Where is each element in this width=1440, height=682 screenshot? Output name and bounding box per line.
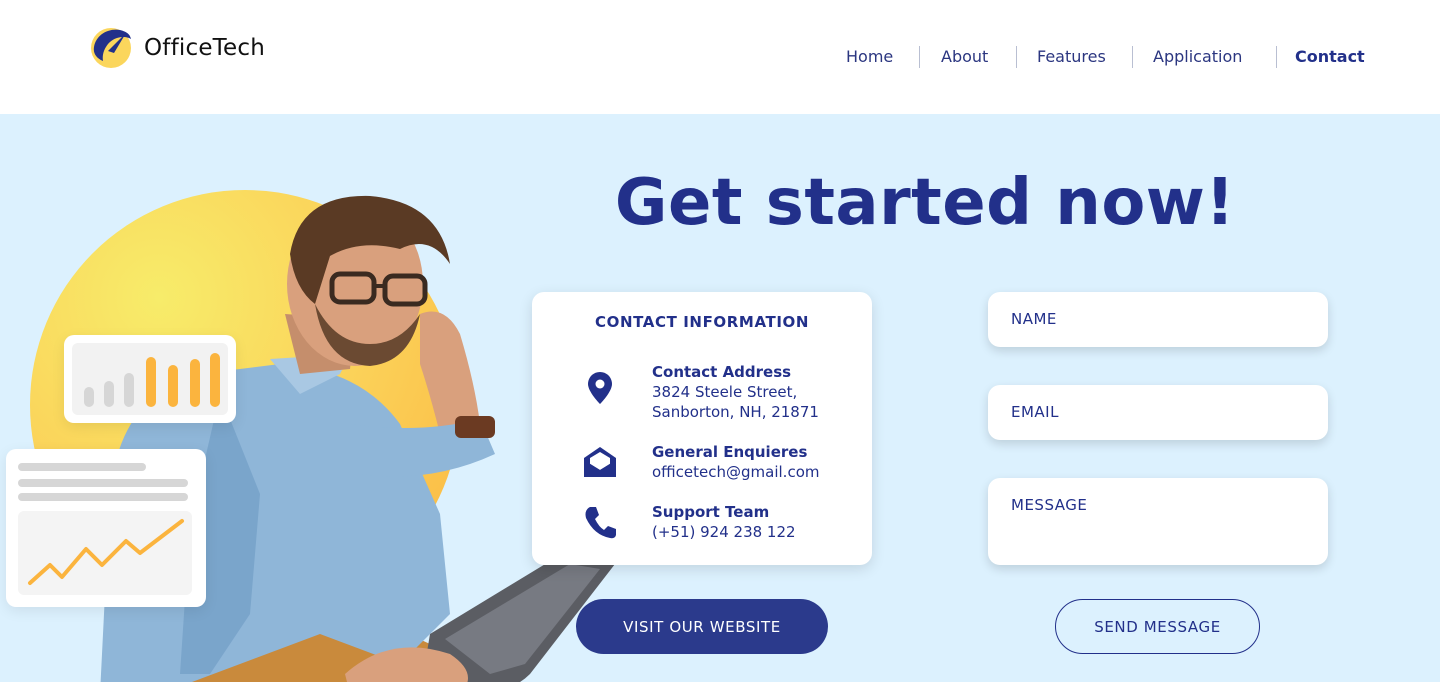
- bar-chart-card: [64, 335, 236, 423]
- nav-contact[interactable]: Contact: [1295, 46, 1365, 68]
- main-nav: Home About Features Application Contact: [0, 46, 1440, 70]
- phone-icon: [585, 507, 616, 539]
- visit-website-button[interactable]: VISIT OUR WEBSITE: [576, 599, 828, 654]
- contact-info-heading: CONTACT INFORMATION: [594, 313, 810, 331]
- nav-about[interactable]: About: [941, 46, 988, 68]
- contact-address-line1: 3824 Steele Street,: [652, 383, 798, 401]
- nav-application[interactable]: Application: [1153, 46, 1242, 68]
- hero-title: Get started now!: [614, 166, 1236, 240]
- name-placeholder: NAME: [1011, 310, 1057, 328]
- email-input[interactable]: EMAIL: [988, 385, 1328, 440]
- nav-home[interactable]: Home: [846, 46, 893, 68]
- nav-separator: [919, 46, 920, 68]
- hero-section: Get started now! CONTACT INFORMATION Con…: [0, 114, 1440, 682]
- support-team-phone[interactable]: (+51) 924 238 122: [652, 522, 796, 542]
- send-message-button[interactable]: SEND MESSAGE: [1055, 599, 1260, 654]
- map-pin-icon: [588, 372, 612, 404]
- general-enquiries-label: General Enquieres: [652, 443, 808, 461]
- line-chart-card: [6, 449, 206, 607]
- bar-chart-icon: [84, 353, 220, 407]
- line-chart-icon: [18, 463, 192, 595]
- nav-separator: [1132, 46, 1133, 68]
- general-enquiries-email[interactable]: officetech@gmail.com: [652, 462, 819, 482]
- message-placeholder: MESSAGE: [1011, 496, 1088, 514]
- nav-features[interactable]: Features: [1037, 46, 1106, 68]
- email-placeholder: EMAIL: [1011, 403, 1059, 421]
- nav-separator: [1016, 46, 1017, 68]
- mail-icon: [584, 447, 616, 477]
- site-header: OfficeTech Home About Features Applicati…: [0, 0, 1440, 114]
- name-input[interactable]: NAME: [988, 292, 1328, 347]
- message-textarea[interactable]: MESSAGE: [988, 478, 1328, 565]
- contact-address-label: Contact Address: [652, 363, 792, 381]
- support-team-label: Support Team: [652, 503, 770, 521]
- contact-info-card: CONTACT INFORMATION Contact Address 3824…: [532, 292, 872, 565]
- contact-address-line2: Sanborton, NH, 21871: [652, 403, 819, 421]
- nav-separator: [1276, 46, 1277, 68]
